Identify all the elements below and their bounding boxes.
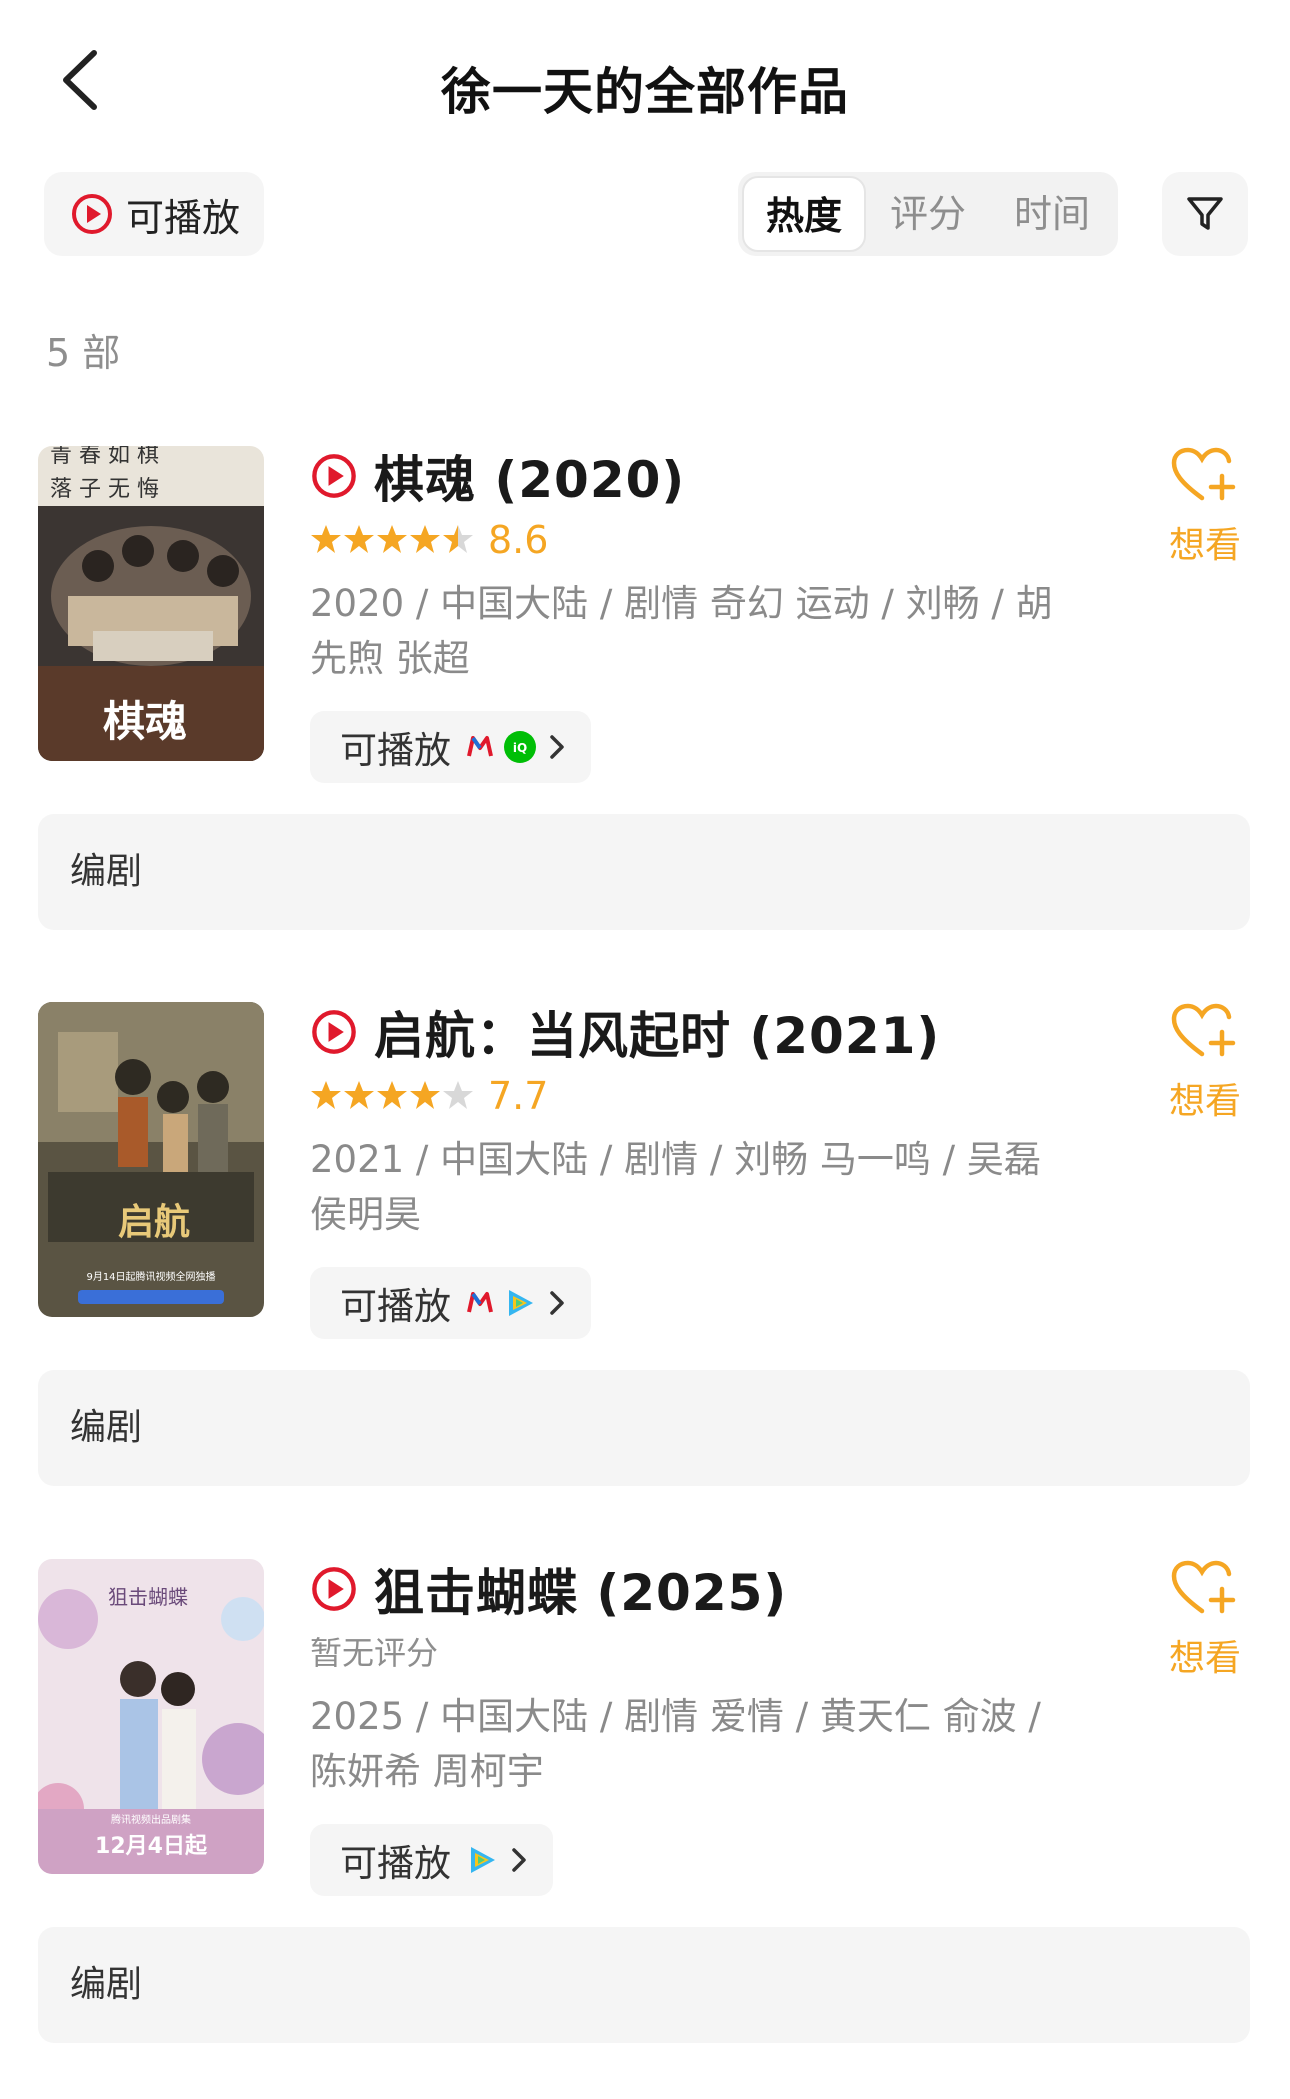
sort-segmented-control: 热度 评分 时间 [738, 172, 1118, 256]
star-icon [311, 525, 341, 553]
chevron-right-icon [550, 1291, 564, 1315]
movie-title-row[interactable]: 棋魂 (2020) [310, 446, 685, 509]
play-circle-icon [72, 194, 112, 234]
rating-stars [310, 523, 474, 557]
role-bar: 编剧 [38, 814, 1250, 930]
role-bar: 编剧 [38, 1927, 1250, 2043]
poster-title: 棋魂 [103, 697, 187, 746]
poster-top-text: 青 春 如 棋 [50, 446, 159, 468]
tencent-video-icon [503, 1286, 537, 1320]
rating-row: 8.6 [310, 518, 548, 562]
star-icon [377, 525, 407, 553]
star-icon [311, 1081, 341, 1109]
sort-option-rating[interactable]: 评分 [866, 172, 990, 256]
tencent-video-icon [465, 1843, 499, 1877]
movie-meta: 2025 / 中国大陆 / 剧情 爱情 / 黄天仁 俞波 / 陈妍希 周柯宇 [310, 1695, 1041, 1793]
playable-sources-button[interactable]: 可播放 [310, 1267, 591, 1339]
star-icon [344, 525, 374, 553]
want-to-watch-label: 想看 [1168, 1081, 1241, 1122]
heart-plus-icon [1171, 1003, 1236, 1057]
playable-label: 可播放 [340, 729, 451, 772]
sort-option-time[interactable]: 时间 [990, 172, 1114, 256]
playable-sources-button[interactable]: 可播放 iQ [310, 711, 591, 783]
poster-image[interactable]: 狙击蝴蝶 腾讯视频出品剧集 12月4日起 [38, 1559, 264, 1874]
want-to-watch-button[interactable]: 想看 [1160, 446, 1250, 568]
mgtv-icon [465, 1288, 495, 1318]
rating-stars [310, 1079, 474, 1113]
sort-option-hot[interactable]: 热度 [742, 176, 866, 252]
filter-button[interactable] [1162, 172, 1248, 256]
want-to-watch-label: 想看 [1168, 1638, 1241, 1679]
chevron-right-icon [550, 735, 564, 759]
list-item[interactable]: 青 春 如 棋 落 子 无 悔 棋魂 棋魂 (2020) 8.6 2020 / … [0, 446, 1290, 966]
star-icon [410, 1081, 440, 1109]
star-half-icon [443, 525, 473, 553]
rating-row: 7.7 [310, 1074, 548, 1118]
star-icon [377, 1081, 407, 1109]
want-to-watch-button[interactable]: 想看 [1160, 1002, 1250, 1124]
movie-meta: 2021 / 中国大陆 / 剧情 / 刘畅 马一鸣 / 吴磊 侯明昊 [310, 1138, 1041, 1236]
rating-score: 7.7 [488, 1074, 549, 1118]
play-circle-icon [312, 454, 356, 498]
chevron-right-icon [512, 1848, 526, 1872]
mgtv-icon [465, 732, 495, 762]
movie-title-row[interactable]: 狙击蝴蝶 (2025) [310, 1559, 787, 1622]
rating-score: 8.6 [488, 518, 549, 562]
want-to-watch-button[interactable]: 想看 [1160, 1559, 1250, 1681]
playable-label: 可播放 [340, 1842, 451, 1885]
poster-title: 狙击蝴蝶 [108, 1585, 188, 1609]
role-bar: 编剧 [38, 1370, 1250, 1486]
filter-bar: 可播放 热度 评分 时间 [0, 172, 1290, 262]
poster-caption: 腾讯视频出品剧集 [111, 1813, 191, 1826]
poster-image[interactable]: 启航 9月14日起腾讯视频全网独播 [38, 1002, 264, 1317]
poster-image[interactable]: 青 春 如 棋 落 子 无 悔 棋魂 [38, 446, 264, 761]
result-count: 5 部 [46, 331, 121, 375]
list-item[interactable]: 启航 9月14日起腾讯视频全网独播 启航：当风起时 (2021) 7.7 202… [0, 1002, 1290, 1522]
svg-text:iQ: iQ [513, 741, 527, 755]
movie-meta: 2020 / 中国大陆 / 剧情 奇幻 运动 / 刘畅 / 胡先煦 张超 [310, 582, 1053, 680]
list-item[interactable]: 狙击蝴蝶 腾讯视频出品剧集 12月4日起 狙击蝴蝶 (2025) 暂无评分 20… [0, 1559, 1290, 2079]
play-circle-icon [312, 1567, 356, 1611]
playable-filter-button[interactable]: 可播放 [44, 172, 264, 256]
star-icon [410, 525, 440, 553]
movie-title-row[interactable]: 启航：当风起时 (2021) [310, 1002, 940, 1065]
movie-title: 棋魂 (2020) [374, 451, 686, 509]
playable-sources-button[interactable]: 可播放 [310, 1824, 553, 1896]
poster-caption: 9月14日起腾讯视频全网独播 [86, 1270, 215, 1283]
star-icon [344, 1081, 374, 1109]
page-title: 徐一天的全部作品 [441, 63, 849, 121]
poster-title: 启航 [118, 1201, 190, 1243]
funnel-icon [1187, 197, 1223, 230]
nav-bar: 徐一天的全部作品 [0, 0, 1290, 170]
want-to-watch-label: 想看 [1168, 525, 1241, 566]
movie-title: 启航：当风起时 (2021) [374, 1007, 941, 1065]
heart-plus-icon [1171, 1560, 1236, 1614]
iqiyi-icon: iQ [503, 730, 537, 764]
playable-label: 可播放 [340, 1285, 451, 1328]
star-empty-icon [443, 1081, 473, 1109]
heart-plus-icon [1171, 447, 1236, 501]
play-circle-icon [312, 1010, 356, 1054]
poster-date: 12月4日起 [95, 1834, 208, 1859]
no-rating-text: 暂无评分 [310, 1634, 439, 1672]
movie-title: 狙击蝴蝶 (2025) [374, 1564, 788, 1622]
playable-filter-label: 可播放 [126, 195, 241, 240]
svg-text:落 子 无 悔: 落 子 无 悔 [50, 477, 159, 502]
